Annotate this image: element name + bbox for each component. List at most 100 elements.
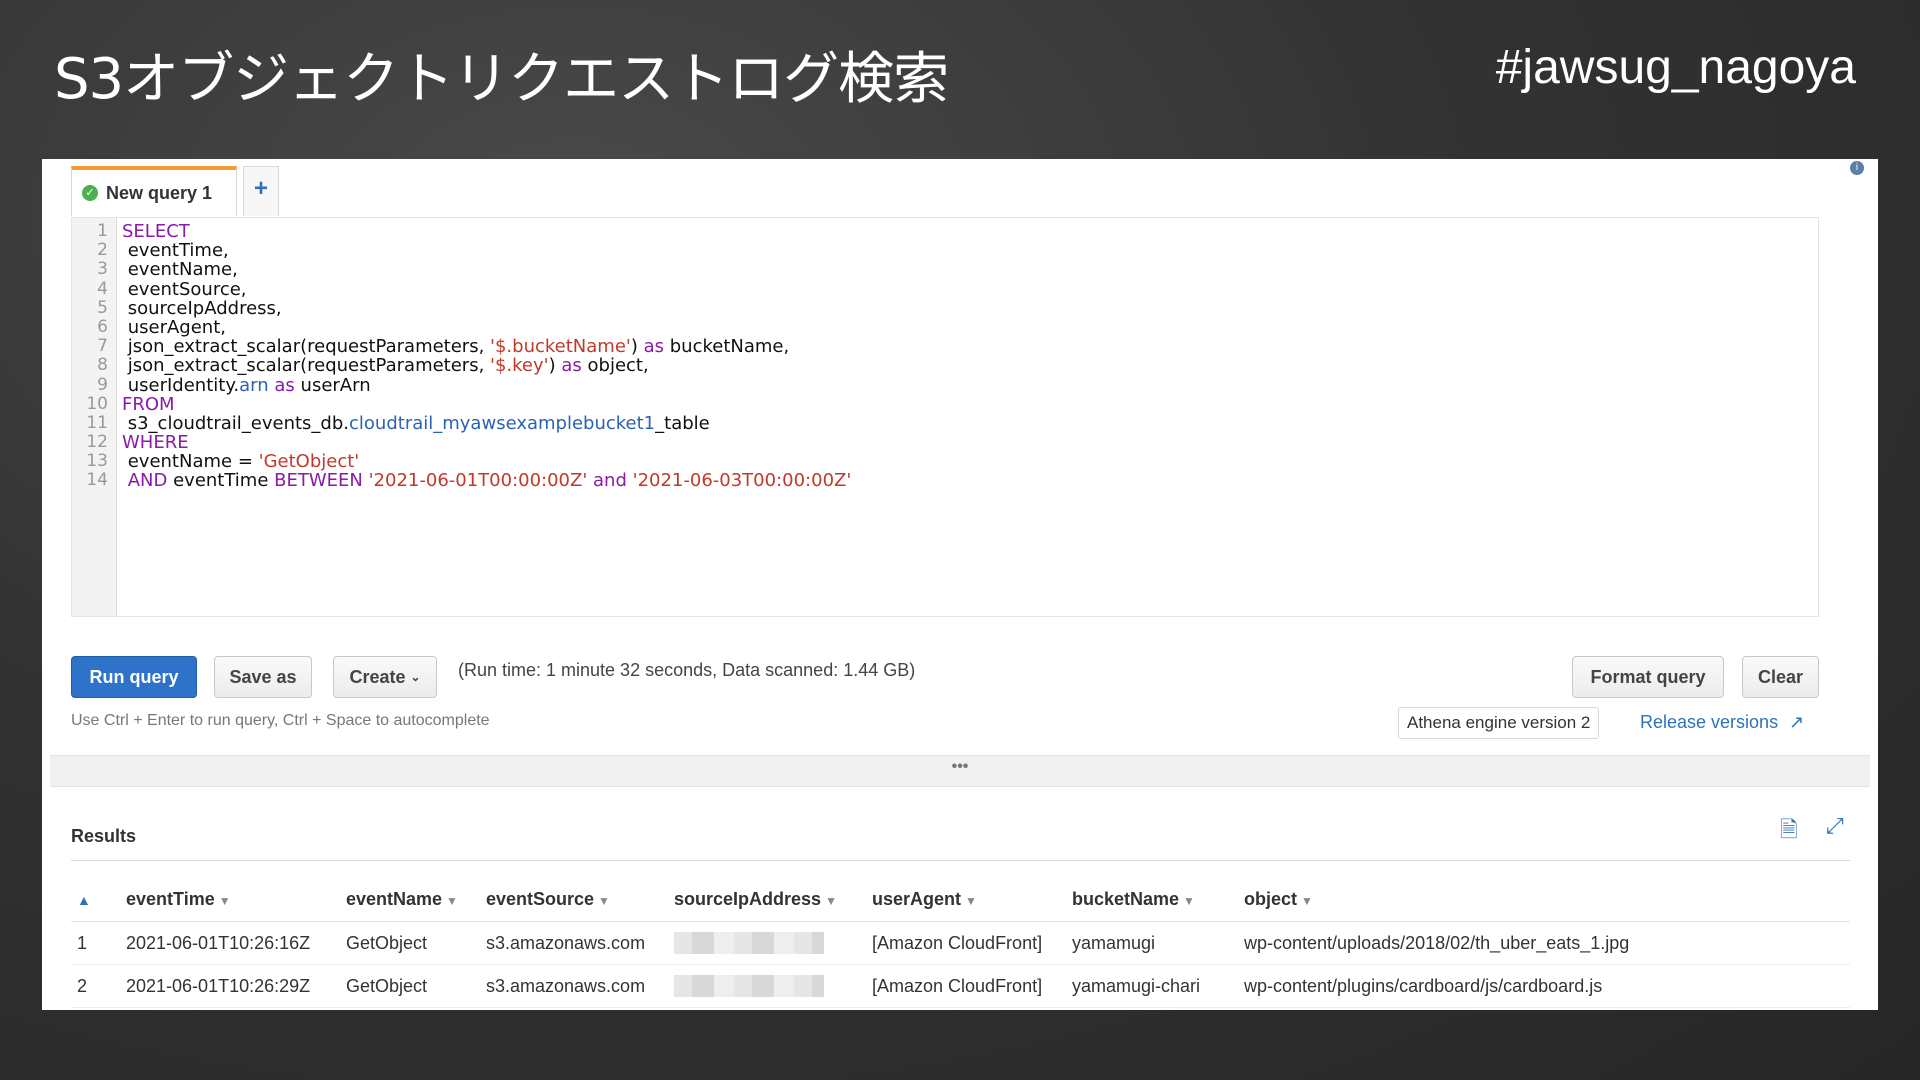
table-cell-userAgent: [Amazon CloudFront] <box>872 964 1072 1008</box>
line-number: 11 <box>86 412 108 433</box>
code-text: s3_cloudtrail_events_db.cloudtrail_myaws… <box>122 414 710 433</box>
code-text: eventSource, <box>122 278 247 300</box>
code-token: as <box>643 336 665 358</box>
code-line[interactable]: 4 eventSource, <box>72 278 1818 300</box>
code-text: eventTime, <box>122 241 229 260</box>
tab-new-query-1[interactable]: ✓ New query 1 <box>71 166 237 216</box>
clear-button[interactable]: Clear <box>1742 656 1819 698</box>
keyboard-hint: Use Ctrl + Enter to run query, Ctrl + Sp… <box>71 712 490 729</box>
code-token: eventName = <box>122 451 259 473</box>
sort-caret-icon: ▼ <box>1183 893 1195 908</box>
code-line[interactable]: 5 sourceIpAddress, <box>72 297 1818 318</box>
tab-label: New query 1 <box>106 182 213 203</box>
column-header-object[interactable]: object ▼ <box>1244 877 1850 922</box>
column-header-bucketName[interactable]: bucketName ▼ <box>1072 877 1244 922</box>
athena-query-editor: i ✓ New query 1 + 1 SELECT 2 eventTime, 3 e… <box>42 159 1878 1010</box>
table-cell-eventTime: 2021-06-01T10:26:16Z <box>126 921 346 965</box>
table-cell-eventName: GetObject <box>346 921 486 965</box>
info-icon[interactable]: i <box>1850 161 1864 175</box>
code-line[interactable]: 14 AND eventTime BETWEEN '2021-06-01T00:… <box>72 470 1818 492</box>
code-text: sourceIpAddress, <box>122 299 282 318</box>
download-csv-icon[interactable]: 🗎 <box>1780 813 1798 851</box>
results-divider <box>71 860 1850 861</box>
check-circle-icon: ✓ <box>82 185 98 201</box>
column-header-label: bucketName <box>1072 888 1180 909</box>
code-line[interactable]: 6 userAgent, <box>72 317 1818 337</box>
chevron-down-icon: ⌄ <box>410 670 421 684</box>
column-header-eventName[interactable]: eventName ▼ <box>346 877 486 922</box>
column-header-label: userAgent <box>872 888 962 909</box>
table-row: 2 2021-06-01T10:26:29Z GetObject s3.amazona… <box>71 964 1850 1008</box>
code-text: userIdentity.arn as userArn <box>122 374 371 396</box>
line-number: 1 <box>97 221 108 241</box>
line-number: 14 <box>86 470 108 491</box>
row-index: 1 <box>71 921 126 965</box>
code-token: _table <box>655 412 710 434</box>
run-query-button[interactable]: Run query <box>71 656 197 698</box>
sort-caret-icon: ▼ <box>825 893 837 908</box>
code-line[interactable]: 11 s3_cloudtrail_events_db.cloudtrail_my… <box>72 412 1818 433</box>
table-cell-object: wp-content/plugins/cardboard/js/cardboar… <box>1244 964 1850 1008</box>
code-token: json_extract_scalar(requestParameters, <box>122 336 491 358</box>
sort-caret-icon: ▼ <box>965 893 977 908</box>
code-line[interactable]: 1 SELECT <box>72 221 1818 241</box>
code-text: FROM <box>122 395 175 414</box>
column-header-label: eventSource <box>486 888 595 909</box>
code-line[interactable]: 12 WHERE <box>72 432 1818 454</box>
add-tab-button[interactable]: + <box>243 166 279 216</box>
code-token: and <box>593 470 627 492</box>
table-cell-object: wp-content/uploads/2018/02/th_uber_eats_… <box>1244 921 1850 965</box>
create-label: Create <box>349 666 406 687</box>
code-line[interactable]: 13 eventName = 'GetObject' <box>72 451 1818 473</box>
code-token: json_extract_scalar(requestParameters, <box>122 355 491 377</box>
column-header-eventTime[interactable]: eventTime ▼ <box>126 877 346 922</box>
expand-icon[interactable]: ⤢ <box>1826 813 1844 839</box>
code-line[interactable]: 2 eventTime, <box>72 240 1818 261</box>
table-cell-eventTime: 2021-06-01T10:26:29Z <box>126 964 346 1008</box>
table-cell-userAgent: [Amazon CloudFront] <box>872 921 1072 965</box>
sort-index-header[interactable]: ▲ <box>71 877 126 922</box>
table-cell-eventSource: s3.amazonaws.com <box>486 921 674 965</box>
redacted-ip <box>674 932 824 955</box>
code-token: sourceIpAddress, <box>122 297 282 319</box>
line-number: 5 <box>97 297 108 318</box>
results-header-row: ▲ eventTime ▼ eventName ▼ eventSource ▼ source… <box>71 877 1850 922</box>
column-header-sourceIpAddress[interactable]: sourceIpAddress ▼ <box>674 877 872 922</box>
code-token: '2021-06-01T00:00:00Z' <box>368 470 588 492</box>
code-token: as <box>561 355 582 377</box>
hashtag: #jawsug_nagoya <box>1495 41 1856 94</box>
line-number: 2 <box>97 240 108 261</box>
code-line[interactable]: 7 json_extract_scalar(requestParameters,… <box>72 336 1818 358</box>
format-query-button[interactable]: Format query <box>1572 656 1724 698</box>
code-text: SELECT <box>122 222 190 241</box>
code-text: userAgent, <box>122 318 226 337</box>
code-text: AND eventTime BETWEEN '2021-06-01T00:00:… <box>122 470 852 492</box>
code-token: WHERE <box>122 432 189 454</box>
save-as-button[interactable]: Save as <box>214 656 312 698</box>
code-token: eventSource, <box>122 278 247 300</box>
release-versions-link[interactable]: Release versions ↗ <box>1640 712 1804 733</box>
line-number: 3 <box>97 259 108 280</box>
code-line[interactable]: 3 eventName, <box>72 259 1818 280</box>
column-header-eventSource[interactable]: eventSource ▼ <box>486 877 674 922</box>
column-header-userAgent[interactable]: userAgent ▼ <box>872 877 1072 922</box>
table-row: 1 2021-06-01T10:26:16Z GetObject s3.amazona… <box>71 921 1850 965</box>
code-line[interactable]: 9 userIdentity.arn as userArn <box>72 374 1818 396</box>
column-header-label: eventTime <box>126 888 215 909</box>
create-dropdown-button[interactable]: Create ⌄ <box>333 656 437 698</box>
code-token: ) <box>630 336 644 358</box>
sql-editor[interactable]: 1 SELECT 2 eventTime, 3 eventName, 4 eventSo… <box>71 217 1819 617</box>
code-token: '$.key' <box>490 355 549 377</box>
row-index: 2 <box>71 964 126 1008</box>
table-cell-eventName: GetObject <box>346 964 486 1008</box>
slide-title: S3オブジェクトリクエストログ検索 <box>54 47 949 112</box>
code-token: userAgent, <box>122 316 226 338</box>
code-token: as <box>274 374 295 396</box>
results-title: Results <box>71 826 137 846</box>
code-line[interactable]: 10 FROM <box>72 394 1818 414</box>
code-token: SELECT <box>122 221 190 242</box>
panel-resize-handle[interactable]: ••• <box>50 755 1870 787</box>
code-token: AND <box>127 470 168 492</box>
table-cell-eventSource: s3.amazonaws.com <box>486 964 674 1008</box>
code-line[interactable]: 8 json_extract_scalar(requestParameters,… <box>72 355 1818 377</box>
